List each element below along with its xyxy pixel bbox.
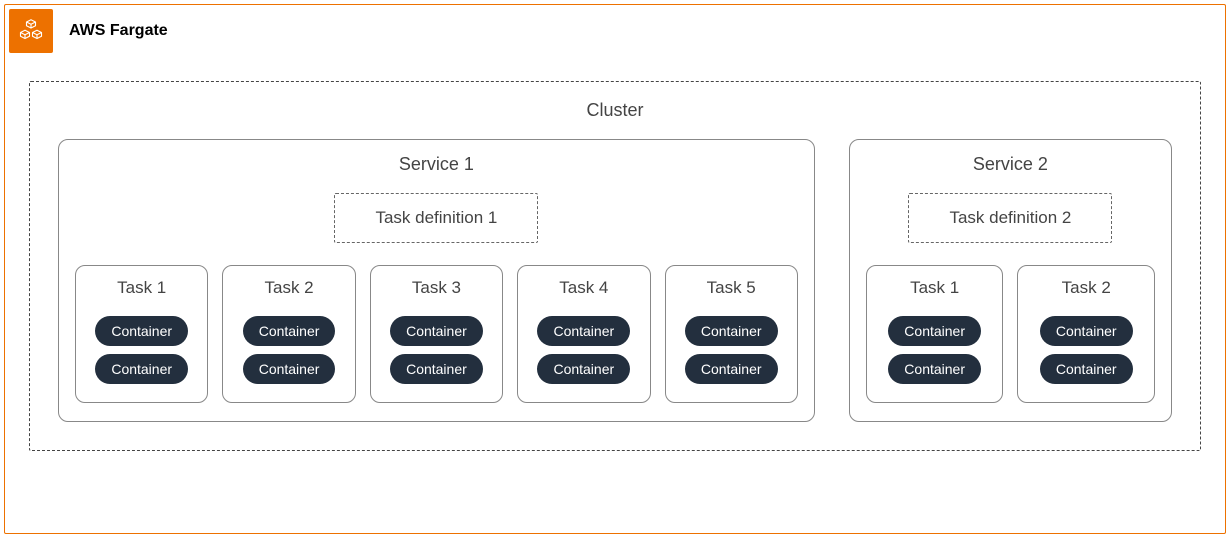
container-pill: Container xyxy=(95,354,188,384)
container-pill: Container xyxy=(243,354,336,384)
task-label: Task 4 xyxy=(559,278,608,298)
container-pill: Container xyxy=(888,316,981,346)
container-pill: Container xyxy=(95,316,188,346)
task-label: Task 1 xyxy=(117,278,166,298)
task-box: Task 5 Container Container xyxy=(665,265,798,403)
task-box: Task 4 Container Container xyxy=(517,265,650,403)
container-pill: Container xyxy=(243,316,336,346)
task-box: Task 2 Container Container xyxy=(222,265,355,403)
task-label: Task 3 xyxy=(412,278,461,298)
service-box-1: Service 1 Task definition 1 Task 1 Conta… xyxy=(58,139,815,422)
fargate-header: AWS Fargate xyxy=(17,13,1213,57)
tasks-row: Task 1 Container Container Task 2 Contai… xyxy=(866,265,1155,403)
cluster-label: Cluster xyxy=(58,100,1172,121)
container-pill: Container xyxy=(390,354,483,384)
task-definition-box: Task definition 1 xyxy=(334,193,538,243)
fargate-container: AWS Fargate Cluster Service 1 Task defin… xyxy=(4,4,1226,534)
container-pill: Container xyxy=(685,316,778,346)
container-pill: Container xyxy=(537,354,630,384)
task-label: Task 5 xyxy=(707,278,756,298)
container-pill: Container xyxy=(537,316,630,346)
task-label: Task 1 xyxy=(910,278,959,298)
task-definition-box: Task definition 2 xyxy=(908,193,1112,243)
cluster-box: Cluster Service 1 Task definition 1 Task… xyxy=(29,81,1201,451)
service-box-2: Service 2 Task definition 2 Task 1 Conta… xyxy=(849,139,1172,422)
task-definition-label: Task definition 1 xyxy=(375,208,497,228)
service-title: Service 2 xyxy=(973,154,1048,175)
services-row: Service 1 Task definition 1 Task 1 Conta… xyxy=(58,139,1172,422)
task-label: Task 2 xyxy=(264,278,313,298)
task-label: Task 2 xyxy=(1062,278,1111,298)
task-box: Task 2 Container Container xyxy=(1017,265,1155,403)
task-definition-label: Task definition 2 xyxy=(949,208,1071,228)
fargate-icon xyxy=(9,9,53,53)
container-pill: Container xyxy=(888,354,981,384)
container-pill: Container xyxy=(390,316,483,346)
task-box: Task 1 Container Container xyxy=(75,265,208,403)
task-box: Task 1 Container Container xyxy=(866,265,1004,403)
container-pill: Container xyxy=(1040,316,1133,346)
container-pill: Container xyxy=(685,354,778,384)
tasks-row: Task 1 Container Container Task 2 Contai… xyxy=(75,265,798,403)
page-title: AWS Fargate xyxy=(69,22,168,40)
service-title: Service 1 xyxy=(399,154,474,175)
container-pill: Container xyxy=(1040,354,1133,384)
task-box: Task 3 Container Container xyxy=(370,265,503,403)
